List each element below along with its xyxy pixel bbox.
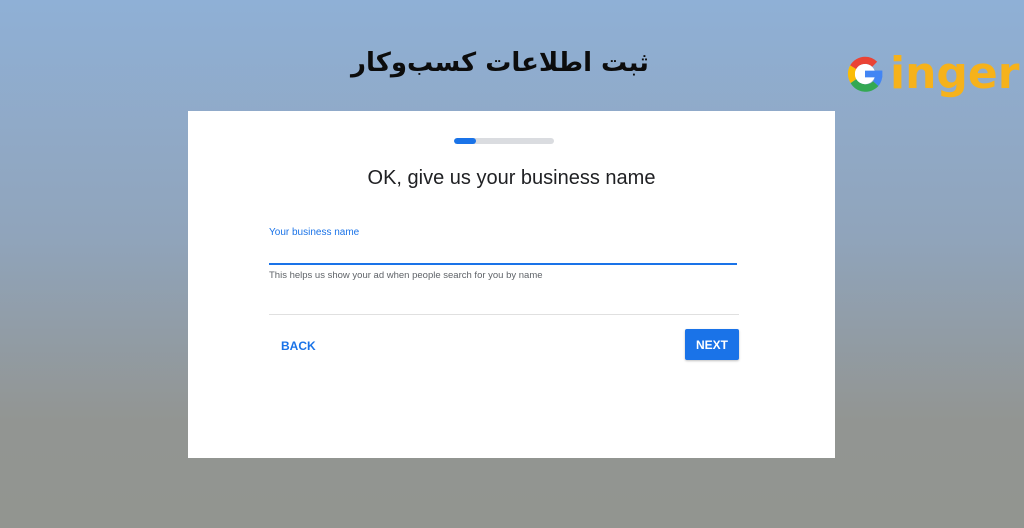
business-name-label: Your business name (269, 227, 360, 238)
next-button[interactable]: NEXT (685, 329, 739, 360)
ginger-logo: inger (842, 44, 1019, 104)
progress-bar (454, 138, 554, 144)
business-name-helper-text: This helps us show your ad when people s… (269, 270, 543, 281)
logo-text: inger (890, 48, 1020, 99)
banner-title: ثبت اطلاعات کسب‌وکار (351, 48, 649, 78)
back-button[interactable]: BACK (269, 333, 328, 359)
business-name-input[interactable] (269, 241, 737, 265)
progress-fill (454, 138, 476, 144)
page-title: OK, give us your business name (367, 167, 656, 189)
divider (269, 314, 739, 315)
google-g-icon (847, 56, 883, 92)
business-name-card: OK, give us your business name Your busi… (188, 111, 835, 458)
